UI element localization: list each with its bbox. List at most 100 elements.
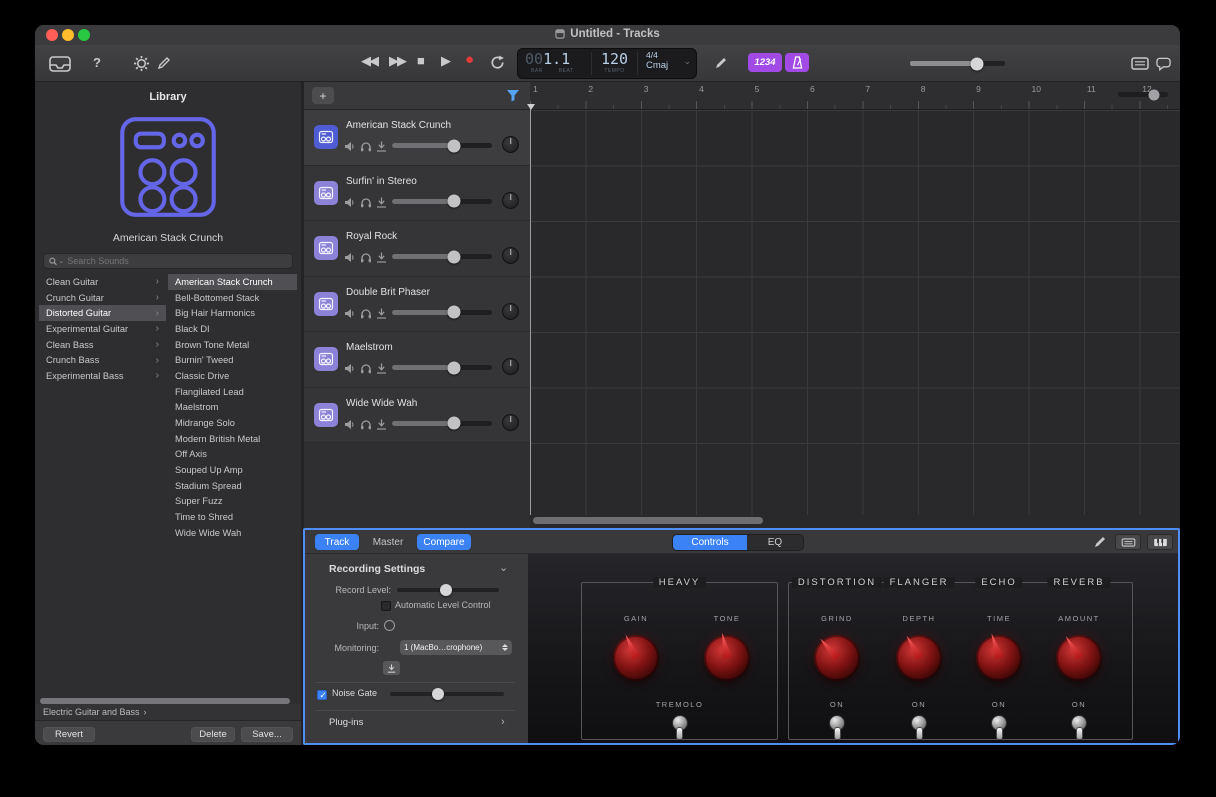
collapse-chevron-icon[interactable]: ⌄ <box>499 561 508 574</box>
track-row[interactable]: Royal Rock <box>304 221 530 277</box>
category-item[interactable]: Clean Guitar› <box>39 274 166 290</box>
master-volume-slider[interactable] <box>910 61 1005 66</box>
play-button[interactable]: ▶ <box>441 53 451 69</box>
add-track-button[interactable]: + <box>312 87 334 104</box>
mute-icon[interactable] <box>344 195 355 213</box>
playhead[interactable] <box>530 104 531 515</box>
track-row[interactable]: Surfin' in Stereo <box>304 166 530 222</box>
patch-item[interactable]: Modern British Metal <box>168 431 297 447</box>
volume-slider[interactable] <box>392 310 492 315</box>
track-row[interactable]: Double Brit Phaser <box>304 277 530 333</box>
input-monitor-icon[interactable] <box>376 250 387 268</box>
auto-level-checkbox[interactable] <box>381 601 391 611</box>
bar-ruler[interactable]: 123456789101112 <box>530 82 1180 110</box>
category-item[interactable]: Crunch Guitar› <box>39 290 166 306</box>
track-row[interactable]: Wide Wide Wah <box>304 388 530 444</box>
pan-knob[interactable] <box>502 192 519 209</box>
save-button[interactable]: Save... <box>241 727 293 742</box>
patch-item[interactable]: Time to Shred <box>168 509 297 525</box>
patch-item[interactable]: Burnin' Tweed <box>168 352 297 368</box>
patch-item-selected[interactable]: American Stack Crunch <box>168 274 297 290</box>
patch-item[interactable]: Midrange Solo <box>168 415 297 431</box>
input-monitor-icon[interactable] <box>376 306 387 324</box>
patch-item[interactable]: Black DI <box>168 321 297 337</box>
tab-master[interactable]: Master <box>363 534 413 550</box>
pan-knob[interactable] <box>502 136 519 153</box>
rewind-button[interactable]: ◀◀ <box>361 53 377 69</box>
tremolo-switch[interactable] <box>670 715 690 740</box>
grind-knob[interactable] <box>814 635 860 681</box>
metronome-button[interactable] <box>785 53 809 72</box>
pan-knob[interactable] <box>502 247 519 264</box>
input-source-popup[interactable]: 1 (MacBo…crophone) <box>400 640 512 655</box>
patch-item[interactable]: Classic Drive <box>168 368 297 384</box>
search-field[interactable]: ⌄ <box>43 253 293 269</box>
tab-eq[interactable]: EQ <box>747 535 803 550</box>
patch-item[interactable]: Souped Up Amp <box>168 462 297 478</box>
patch-item[interactable]: Brown Tone Metal <box>168 337 297 353</box>
echo-switch[interactable] <box>989 715 1009 740</box>
pan-knob[interactable] <box>502 358 519 375</box>
timeline-area[interactable]: 123456789101112 <box>530 82 1180 528</box>
reverb-switch[interactable] <box>1069 715 1089 740</box>
noise-gate-checkbox[interactable] <box>317 690 327 700</box>
revert-button[interactable]: Revert <box>43 727 95 742</box>
patch-item[interactable]: Big Hair Harmonics <box>168 305 297 321</box>
tab-track[interactable]: Track <box>315 534 359 550</box>
category-item[interactable]: Clean Bass› <box>39 337 166 353</box>
distortion-switch[interactable] <box>827 715 847 740</box>
library-breadcrumb[interactable]: Electric Guitar and Bass› <box>35 704 301 720</box>
search-input[interactable] <box>67 256 287 266</box>
record-button[interactable]: ● <box>465 51 474 68</box>
mute-icon[interactable] <box>344 139 355 157</box>
search-scope-chevron-icon[interactable]: ⌄ <box>58 257 64 265</box>
noise-gate-slider[interactable] <box>390 692 504 696</box>
input-monitor-icon[interactable] <box>376 361 387 379</box>
solo-headphones-icon[interactable] <box>360 250 372 268</box>
flanger-switch[interactable] <box>909 715 929 740</box>
volume-slider[interactable] <box>392 254 492 259</box>
patch-item[interactable]: Wide Wide Wah <box>168 525 297 541</box>
depth-knob[interactable] <box>896 635 942 681</box>
category-item-selected[interactable]: Distorted Guitar› <box>39 305 166 321</box>
volume-slider[interactable] <box>392 365 492 370</box>
category-item[interactable]: Crunch Bass› <box>39 352 166 368</box>
solo-headphones-icon[interactable] <box>360 417 372 435</box>
track-filter-icon[interactable] <box>506 89 520 107</box>
input-monitor-icon[interactable] <box>376 195 387 213</box>
track-row[interactable]: American Stack Crunch <box>304 110 530 166</box>
count-in-button[interactable]: 1234 <box>748 53 782 72</box>
pan-knob[interactable] <box>502 303 519 320</box>
patch-item[interactable]: Off Axis <box>168 447 297 463</box>
volume-slider[interactable] <box>392 199 492 204</box>
delete-button[interactable]: Delete <box>191 727 235 742</box>
media-browser-icon[interactable] <box>48 56 72 77</box>
zoom-slider[interactable] <box>1118 92 1168 97</box>
category-item[interactable]: Experimental Guitar› <box>39 321 166 337</box>
patch-item[interactable]: Bell-Bottomed Stack <box>168 290 297 306</box>
time-knob[interactable] <box>976 635 1022 681</box>
notes-chat-icon[interactable] <box>1156 57 1171 76</box>
tuner-pencil-icon[interactable] <box>714 56 728 75</box>
solo-headphones-icon[interactable] <box>360 306 372 324</box>
track-row[interactable]: Maelstrom <box>304 332 530 388</box>
chevron-down-icon[interactable]: ⌄ <box>683 56 691 67</box>
quick-help-icon[interactable]: ? <box>93 55 101 70</box>
solo-headphones-icon[interactable] <box>360 139 372 157</box>
pencil-icon[interactable] <box>1093 535 1107 554</box>
solo-headphones-icon[interactable] <box>360 361 372 379</box>
volume-slider[interactable] <box>392 421 492 426</box>
cycle-button[interactable] <box>489 55 506 73</box>
tab-controls[interactable]: Controls <box>673 535 747 550</box>
keyboard-button[interactable] <box>1115 534 1141 550</box>
amount-knob[interactable] <box>1056 635 1102 681</box>
display-mode-icon[interactable] <box>1131 57 1149 75</box>
patch-item[interactable]: Super Fuzz <box>168 494 297 510</box>
volume-slider[interactable] <box>392 143 492 148</box>
mute-icon[interactable] <box>344 250 355 268</box>
forward-button[interactable]: ▶▶ <box>389 53 405 69</box>
plugins-chevron-icon[interactable]: › <box>501 716 505 728</box>
tone-knob[interactable] <box>704 635 750 681</box>
input-format-icon[interactable] <box>384 620 395 631</box>
mute-icon[interactable] <box>344 417 355 435</box>
